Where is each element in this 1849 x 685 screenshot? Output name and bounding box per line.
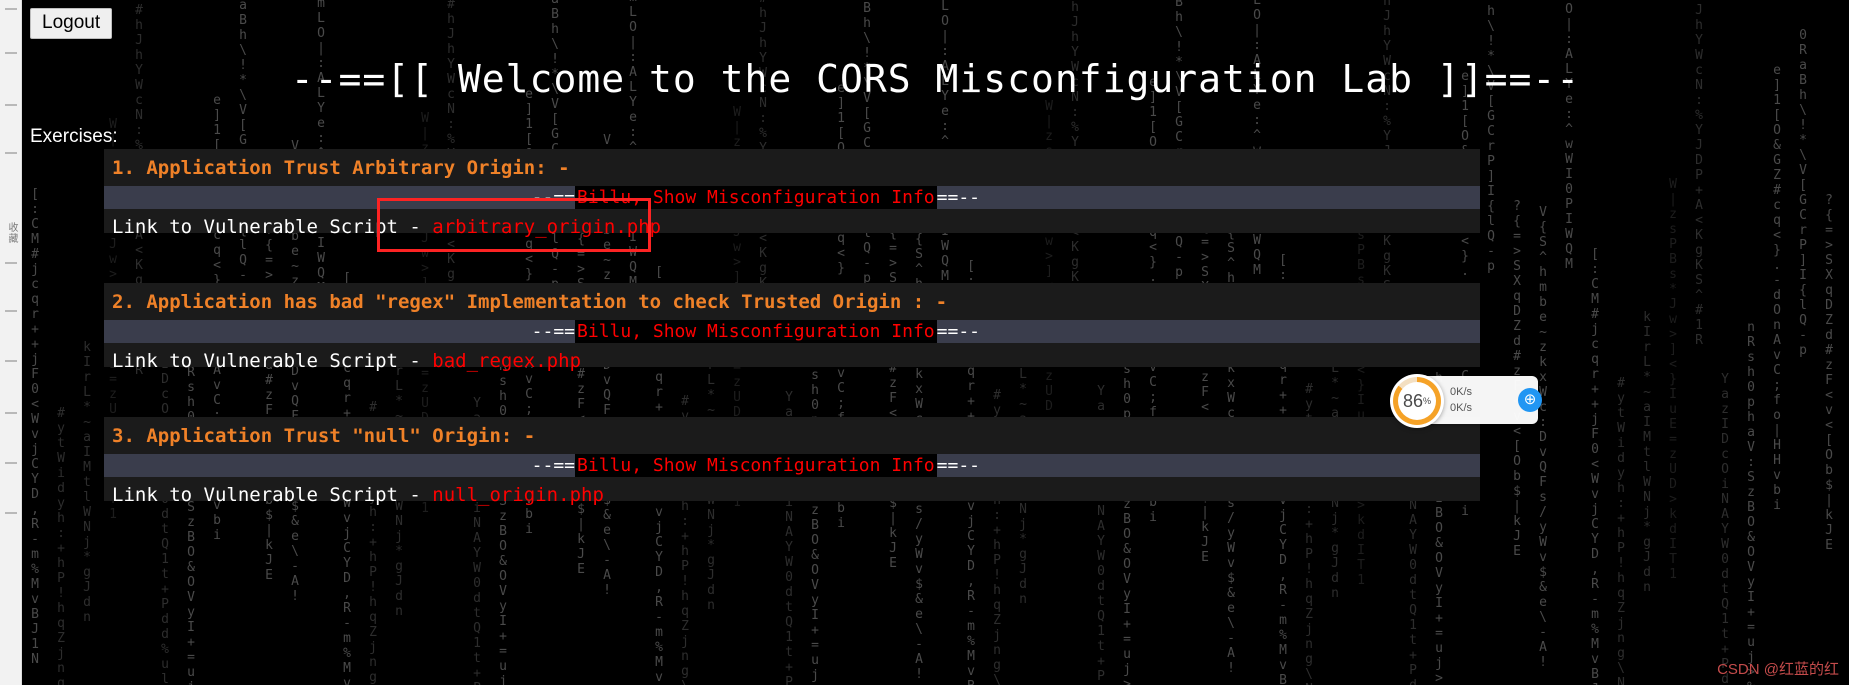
matrix-column: ? { = > S X q D Z d # z F < v < [ O b $ … <box>265 223 273 583</box>
matrix-column: c C N U : I | ] X B 0 m L O | : A L Y e … <box>317 0 325 296</box>
dash-left-decoration: --== <box>531 187 576 208</box>
gutter-mark <box>5 512 17 514</box>
gutter-vertical-label: 收藏 <box>6 222 17 244</box>
show-misconfiguration-info-link[interactable]: Billu, Show Misconfiguration Info <box>575 454 937 477</box>
matrix-column: k I r L * ~ a I M t l W N j * g J d n <box>1643 310 1651 595</box>
matrix-column: # y t W i d y h : + h P ! h q Z j n g \ … <box>57 406 65 685</box>
matrix-column: Y a z I D c O i N A Y W 0 d t Q 1 t + P … <box>1721 372 1729 685</box>
gutter-mark <box>5 152 17 154</box>
matrix-column: n R s h 0 p h a V : S z B O & O V y I + … <box>499 344 507 685</box>
matrix-column: ? { = > S X q D Z d # z F < v < [ O b $ … <box>1825 193 1833 553</box>
exercises-label: Exercises: <box>30 126 118 147</box>
matrix-column: 0 R a B h \ ! * \ V [ G C r P ] I { l Q … <box>551 0 559 292</box>
vulnerable-script-link[interactable]: bad_regex.php <box>432 350 581 372</box>
gutter-mark <box>5 52 17 54</box>
dash-left-decoration: --== <box>531 321 576 342</box>
matrix-column: c C N U : I | ] X B 0 m L O | : A L Y e … <box>941 0 949 284</box>
matrix-column: V { S ^ h m b e ~ z k x W c : D v Q F s … <box>1842 199 1849 664</box>
matrix-column: ? { = > S X q D Z d # z F < v < [ O b $ … <box>889 211 897 571</box>
gutter-mark <box>5 360 17 362</box>
globe-icon[interactable]: ⊕ <box>1518 388 1542 412</box>
script-prefix-label: Link to Vulnerable Script - <box>112 216 433 238</box>
dash-left-decoration: --== <box>531 455 576 476</box>
exercise-panel-3: 3. Application Trust "null" Origin: - --… <box>104 417 1480 506</box>
matrix-column: 0 R a B h \ ! * \ V [ G C r P ] I { l Q … <box>863 0 871 286</box>
network-speed-widget[interactable]: ↑ ↓ 0K/s 0K/s ⊕ 86% <box>1390 374 1542 428</box>
matrix-column: n R s h 0 p h a V : S z B O & O V y I + … <box>811 338 819 685</box>
exercise-heading: 2. Application has bad "regex" Implement… <box>112 291 948 313</box>
vulnerable-script-row: Link to Vulnerable Script - null_origin.… <box>104 477 1480 508</box>
show-misconfiguration-info-link[interactable]: Billu, Show Misconfiguration Info <box>575 320 937 343</box>
matrix-column: ? { = > S X q D Z d # z F < v < [ O b $ … <box>577 217 585 577</box>
exercise-heading: 1. Application Trust Arbitrary Origin: - <box>112 157 570 179</box>
vulnerable-script-link[interactable]: arbitrary_origin.php <box>432 216 661 238</box>
gutter-mark <box>5 104 17 106</box>
speed-rates: 0K/s 0K/s <box>1450 384 1472 416</box>
logout-button[interactable]: Logout <box>30 8 113 39</box>
matrix-column: ? { = > S X q D Z d # z F < v < [ O b $ … <box>1201 205 1209 565</box>
matrix-column: n R s h 0 p h a V : S z B O & O V y I + … <box>1747 320 1755 685</box>
script-prefix-label: Link to Vulnerable Script - <box>112 350 433 372</box>
dash-right-decoration: ==-- <box>936 321 980 342</box>
matrix-column: k I r L * ~ a I M t l W N j * g J d n <box>83 340 91 625</box>
gutter-mark <box>5 310 17 312</box>
matrix-column: n R s h 0 p h a V : S z B O & O V y I + … <box>1123 332 1131 685</box>
matrix-column: e ] 1 [ O & G Z # c q < } . - d O n A v … <box>1773 63 1781 513</box>
matrix-column: W | z s P B s * J w > ] < } I u E = z U … <box>1357 183 1365 588</box>
matrix-column: # y t W i d y h : + h P ! h q Z j n g \ … <box>1617 376 1625 685</box>
dash-right-decoration: ==-- <box>936 187 980 208</box>
page-title: --==[[ Welcome to the CORS Misconfigurat… <box>290 57 1581 101</box>
exercise-heading: 3. Application Trust "null" Origin: - <box>112 425 536 447</box>
cors-lab-page: [ : C M # j c q r + + j F 0 < W v j C Y … <box>22 0 1849 685</box>
gutter-mark <box>5 262 17 264</box>
exercise-panel-2: 2. Application has bad "regex" Implement… <box>104 283 1480 372</box>
upload-rate-value: 0K/s <box>1450 386 1473 398</box>
misconfiguration-info-row: --== Billu, Show Misconfiguration Info =… <box>104 320 1480 343</box>
gutter-mark <box>5 412 17 414</box>
matrix-column: V { S ^ h m b e ~ z k x W c : D v Q F s … <box>1539 205 1547 670</box>
gutter-mark <box>5 8 17 10</box>
browser-viewport: 收藏 [ : C M # j c q r + + j F 0 < W v j C… <box>0 0 1849 685</box>
matrix-column: [ : C M # j c q r + + j F 0 < W v j C Y … <box>1591 247 1599 685</box>
misconfiguration-info-row: --== Billu, Show Misconfiguration Info =… <box>104 454 1480 477</box>
dash-right-decoration: ==-- <box>936 455 980 476</box>
vulnerable-script-link[interactable]: null_origin.php <box>432 484 604 506</box>
memory-usage-ring[interactable]: 86% <box>1390 374 1444 428</box>
matrix-column: c C N U : I | ] X B 0 m L O | : A L Y e … <box>1565 0 1573 272</box>
watermark: CSDN @红蓝的红 <box>1717 661 1839 678</box>
matrix-column: 0 R a B h \ ! * \ V [ G C r P ] I { l Q … <box>1487 0 1495 274</box>
matrix-column: j q W S T K w W , d # h J h Y W c N : % … <box>1695 0 1703 348</box>
browser-left-gutter: 收藏 <box>0 0 22 685</box>
show-misconfiguration-info-link[interactable]: Billu, Show Misconfiguration Info <box>575 186 937 209</box>
script-prefix-label: Link to Vulnerable Script - <box>112 484 433 506</box>
vulnerable-script-row: Link to Vulnerable Script - arbitrary_or… <box>104 209 1480 240</box>
usage-percent-label: 86% <box>1390 374 1444 428</box>
matrix-column: c C N U : I | ] X B 0 m L O | : A L Y e … <box>629 0 637 290</box>
matrix-column: [ : C M # j c q r + + j F 0 < W v j C Y … <box>31 187 39 667</box>
percent-symbol: % <box>1423 396 1432 406</box>
matrix-column: W | z s P B s * J w > ] < } I u E = z U … <box>1669 177 1677 582</box>
usage-percent-value: 86 <box>1402 390 1423 411</box>
matrix-column: n R s h 0 p h a V : S z B O & O V y I + … <box>187 350 195 685</box>
vulnerable-script-row: Link to Vulnerable Script - bad_regex.ph… <box>104 343 1480 374</box>
misconfiguration-info-row: --== Billu, Show Misconfiguration Info =… <box>104 186 1480 209</box>
gutter-mark <box>5 462 17 464</box>
download-rate-value: 0K/s <box>1450 402 1473 414</box>
exercise-panel-1: 1. Application Trust Arbitrary Origin: -… <box>104 149 1480 238</box>
